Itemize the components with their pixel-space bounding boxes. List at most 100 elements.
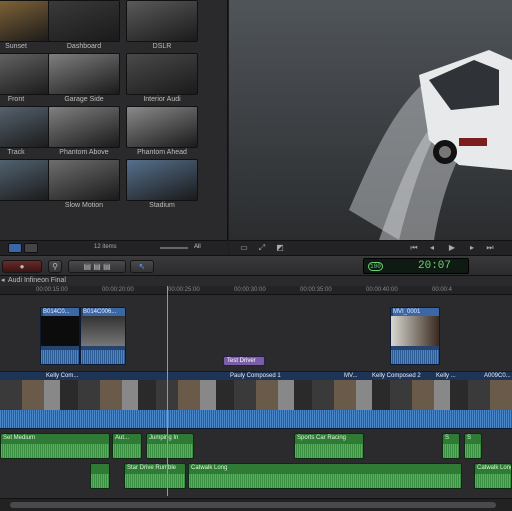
clip-label: B014C0... xyxy=(43,308,79,316)
event-browser: Sunset Dashboard DSLR Front Garage Side Inter… xyxy=(0,0,228,255)
browser-clip-thumbnail[interactable] xyxy=(126,106,198,148)
ruler-tick-label: 00:00:4 xyxy=(432,287,453,293)
project-name: Audi Infineon Final xyxy=(8,277,66,284)
scroll-thumb[interactable] xyxy=(10,502,496,508)
clip-thumbnail-image xyxy=(49,160,119,200)
timecode-display: 100 20:07 xyxy=(363,258,469,274)
clip-thumbnail-image xyxy=(127,107,197,147)
browser-clip-label: Stadium xyxy=(149,202,175,209)
audio-label: S xyxy=(445,435,450,441)
audio-label: Star Drive Rumble xyxy=(127,465,177,471)
audio-clip[interactable] xyxy=(90,463,110,489)
browser-clip-label: Interior Audi xyxy=(143,96,181,103)
audio-clip[interactable]: Aut... xyxy=(112,433,142,459)
ruler-tick-label: 00:00:35:00 xyxy=(300,287,332,293)
storyline-waveform xyxy=(0,410,512,428)
audio-clip[interactable]: Jumping In xyxy=(146,433,194,459)
playhead[interactable] xyxy=(167,286,168,496)
timeline-tracks: B014C0... B014C006... MVI_0001 Test Driv… xyxy=(0,286,512,511)
filmstrip-view-button[interactable] xyxy=(24,243,38,253)
browser-clip-thumbnail[interactable] xyxy=(0,159,52,201)
connected-clip[interactable]: B014C0... xyxy=(40,307,80,365)
audio-clip[interactable]: Catwalk Long xyxy=(188,463,462,489)
skip-back-icon[interactable]: ⏮ xyxy=(407,243,421,253)
all-filter[interactable]: All xyxy=(194,244,201,250)
connected-clip[interactable]: MVI_0001 xyxy=(390,307,440,365)
audio-clip[interactable]: Catwalk Long xyxy=(474,463,512,489)
audio-label: Catwalk Long xyxy=(477,465,512,471)
audio-clip[interactable]: Star Drive Rumble xyxy=(124,463,186,489)
audio-clip[interactable]: S xyxy=(464,433,482,459)
storyline-label[interactable]: A009C0... xyxy=(484,372,511,380)
back-arrow-icon[interactable]: ◂ xyxy=(1,276,5,286)
ruler-tick-label: 00:00:30:00 xyxy=(234,287,266,293)
crop-icon[interactable]: ◩ xyxy=(273,243,287,253)
clip-thumbnail-image xyxy=(49,107,119,147)
item-count: 12 items xyxy=(94,244,117,250)
clip-thumbnail-image xyxy=(127,160,197,200)
ruler-tick-label: 00:00:15:00 xyxy=(36,287,68,293)
browser-clip-thumbnail[interactable] xyxy=(48,159,120,201)
viewer-bottom-bar: ▭ ⤢ ◩ ⏮ ◂ ▶ ▸ ⏭ xyxy=(229,240,512,255)
browser-clip-thumbnail[interactable] xyxy=(48,53,120,95)
list-view-button[interactable] xyxy=(8,243,22,253)
clip-thumbnail-image xyxy=(49,1,119,41)
audio-label: Set Medium xyxy=(3,435,36,441)
storyline-label[interactable]: Kelly Com... xyxy=(46,372,78,380)
timecode-label: 100 xyxy=(368,262,383,271)
clip-thumbnail-image xyxy=(0,107,51,147)
connected-clip[interactable]: B014C006... xyxy=(80,307,126,365)
browser-clip-thumbnail[interactable] xyxy=(0,53,52,95)
audio-label: Jumping In xyxy=(149,435,179,441)
clip-thumbnail-image xyxy=(0,1,51,41)
browser-clip-label: Garage Side xyxy=(64,96,104,103)
viewer-options-icon[interactable]: ▭ xyxy=(237,243,251,253)
audio-label: Aut... xyxy=(115,435,130,441)
ruler-tick-label: 00:00:25:00 xyxy=(168,287,200,293)
browser-clip-thumbnail[interactable] xyxy=(0,106,52,148)
clip-label: MVI_0001 xyxy=(393,308,439,316)
browser-clip-thumbnail[interactable] xyxy=(126,159,198,201)
timeline-scrollbar[interactable] xyxy=(0,498,512,511)
skip-forward-icon[interactable]: ⏭ xyxy=(483,243,497,253)
clip-thumbnail-image xyxy=(127,54,197,94)
clip-label: B014C006... xyxy=(83,308,125,316)
clip-thumbnail-image xyxy=(127,1,197,41)
storyline-label[interactable]: Pauly Composed 1 xyxy=(230,372,281,380)
timecode-value: 20:07 xyxy=(418,260,452,272)
storyline-label[interactable]: MV... xyxy=(344,372,357,380)
edit-mode-icon[interactable]: ▤ ▤ ▤ xyxy=(68,260,126,273)
browser-clip-thumbnail[interactable] xyxy=(0,0,52,42)
primary-storyline: Kelly Com... Pauly Composed 1 MV... Kell… xyxy=(0,371,512,429)
forward-icon[interactable]: ▸ xyxy=(465,243,479,253)
storyline-label[interactable]: Kelly ... xyxy=(436,372,456,380)
rewind-icon[interactable]: ◂ xyxy=(425,243,439,253)
zoom-slider[interactable] xyxy=(160,247,188,249)
browser-clip-thumbnail[interactable] xyxy=(126,0,198,42)
storyline-label[interactable]: Kelly Composed 2 xyxy=(372,372,421,380)
browser-clip-thumbnail[interactable] xyxy=(48,106,120,148)
select-tool-icon[interactable]: ↖ xyxy=(130,260,154,273)
clip-thumbnail-image xyxy=(49,54,119,94)
browser-clip-label: DSLR xyxy=(152,43,172,50)
viewer-frame xyxy=(229,0,512,240)
play-icon[interactable]: ▶ xyxy=(445,243,459,253)
viewer: ▭ ⤢ ◩ ⏮ ◂ ▶ ▸ ⏭ xyxy=(229,0,512,255)
keyword-icon[interactable]: ⚲ xyxy=(48,260,62,273)
timeline-ruler[interactable]: 00:00:15:00 00:00:20:00 00:00:25:00 00:00:3… xyxy=(0,286,512,295)
browser-clip-label: Phantom Ahead xyxy=(137,149,187,156)
browser-clip-label: Slow Motion xyxy=(64,202,104,209)
audio-clip[interactable]: Set Medium xyxy=(0,433,110,459)
ruler-tick-label: 00:00:40:00 xyxy=(366,287,398,293)
transform-icon[interactable]: ⤢ xyxy=(255,243,269,253)
title-clip-label: Test Driver xyxy=(227,358,256,364)
browser-bottom-bar: 12 items All xyxy=(0,240,228,255)
title-clip[interactable]: Test Driver xyxy=(223,356,265,366)
browser-clip-thumbnail[interactable] xyxy=(48,0,120,42)
car-drift-image xyxy=(229,0,512,240)
audio-clip[interactable]: Sports Car Racing xyxy=(294,433,364,459)
record-button[interactable]: ● xyxy=(2,260,42,273)
audio-clip[interactable]: S xyxy=(442,433,460,459)
storyline-thumbnails xyxy=(0,380,512,410)
browser-clip-thumbnail[interactable] xyxy=(126,53,198,95)
